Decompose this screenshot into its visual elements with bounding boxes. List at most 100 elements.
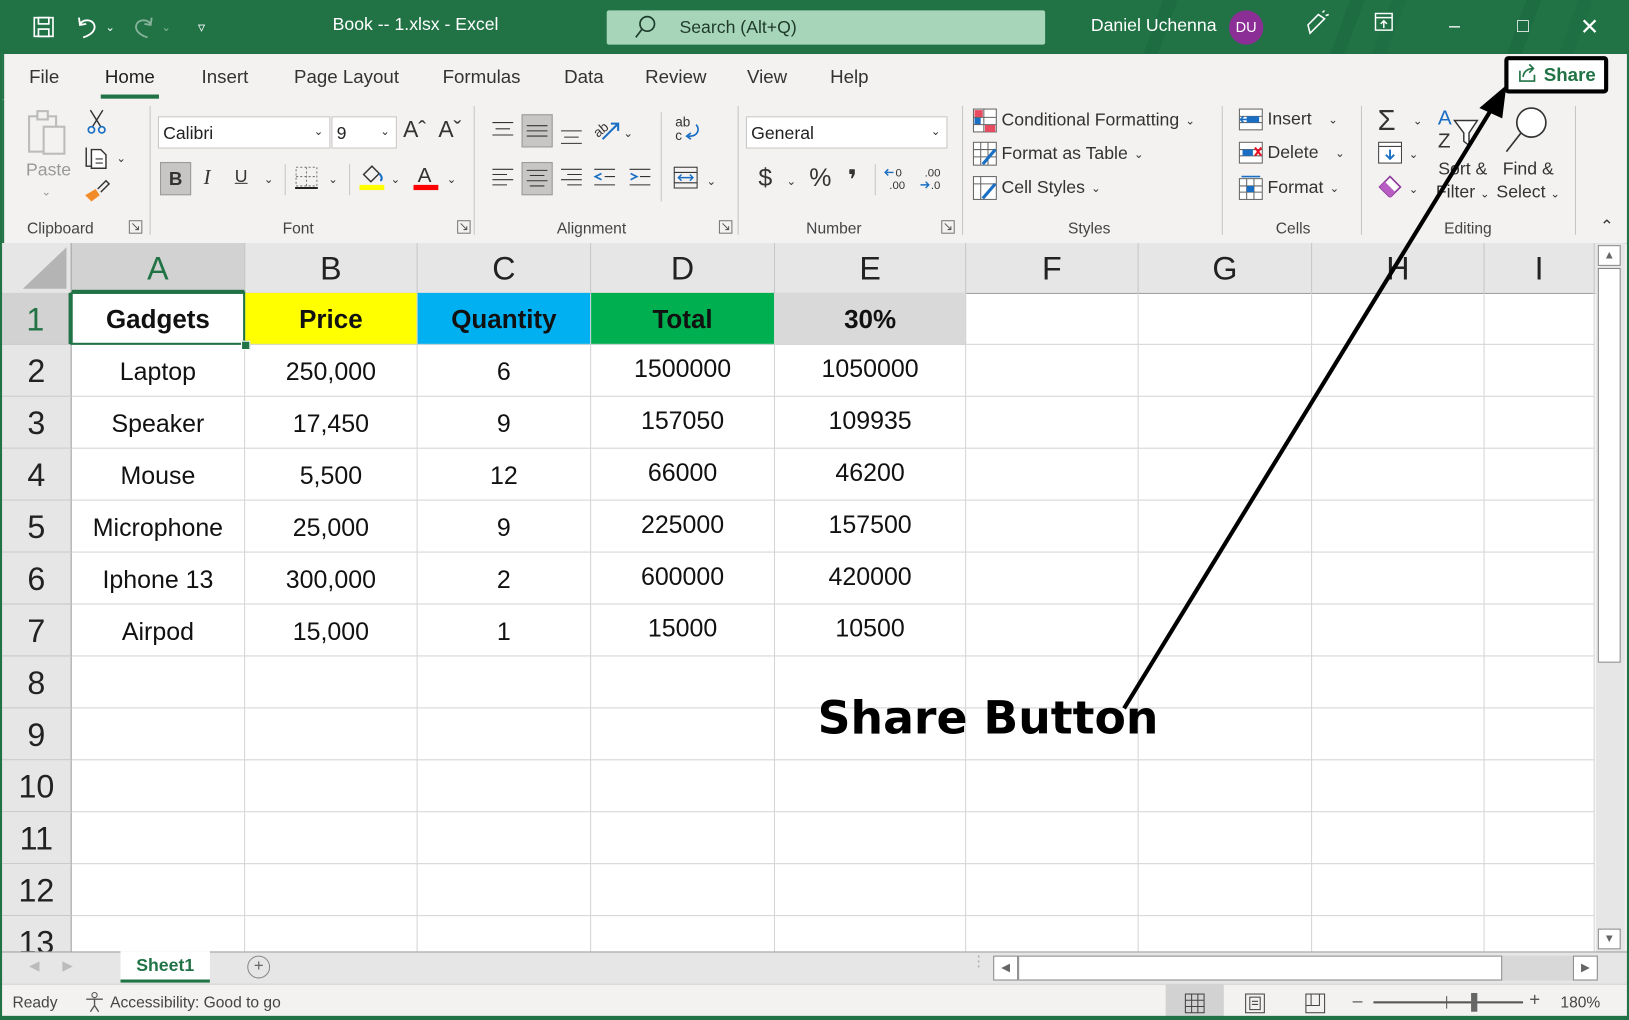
format-as-table-button[interactable]: Format as Table ⌄: [972, 141, 1144, 166]
find-select-button[interactable]: Find & Select ⌄: [1496, 158, 1560, 206]
scroll-up-button[interactable]: ▲: [1597, 245, 1621, 266]
cell-f4[interactable]: [966, 448, 1139, 501]
cell-d12[interactable]: [591, 864, 776, 917]
table-cell[interactable]: Microphone: [71, 500, 246, 553]
clipboard-launcher-icon[interactable]: ↘: [128, 220, 143, 234]
cell-a12[interactable]: [71, 864, 246, 917]
cell-g6[interactable]: [1138, 552, 1313, 605]
cell-h10[interactable]: [1312, 760, 1485, 813]
row-header-12[interactable]: 12: [2, 864, 72, 917]
new-sheet-button[interactable]: +: [247, 955, 271, 979]
font-launcher-icon[interactable]: ↘: [457, 220, 471, 234]
cell-h7[interactable]: [1312, 604, 1485, 657]
zoom-slider-thumb[interactable]: [1471, 992, 1478, 1012]
cell-g5[interactable]: [1138, 500, 1313, 553]
table-cell[interactable]: 1500000: [591, 344, 776, 397]
row-header-11[interactable]: 11: [2, 812, 72, 865]
merge-dropdown-icon[interactable]: ⌄: [706, 175, 716, 188]
cell-g3[interactable]: [1138, 396, 1313, 449]
cell-b13[interactable]: [245, 916, 418, 952]
copy-dropdown-icon[interactable]: ⌄: [116, 152, 126, 165]
row-header-3[interactable]: 3: [2, 396, 72, 449]
search-box[interactable]: Search (Alt+Q): [606, 10, 1046, 45]
table-cell[interactable]: 15,000: [245, 604, 418, 657]
accessibility-status[interactable]: Accessibility: Good to go: [110, 994, 281, 1012]
row-header-2[interactable]: 2: [2, 344, 72, 397]
sort-filter-icon[interactable]: AZ: [1436, 106, 1488, 152]
table-cell[interactable]: 157050: [591, 396, 776, 449]
cell-b11[interactable]: [245, 812, 418, 865]
cell-c11[interactable]: [417, 812, 592, 865]
accessibility-icon[interactable]: [83, 991, 106, 1018]
tab-insert[interactable]: Insert: [202, 66, 249, 88]
column-header-g[interactable]: G: [1139, 243, 1313, 293]
increase-decimal-icon[interactable]: 0.00: [883, 166, 912, 191]
spreadsheet-grid[interactable]: ABCDEFGHI 1 Gadgets Price Quantity Total 30% 2…: [2, 243, 1596, 952]
cell-i4[interactable]: [1484, 448, 1595, 501]
cell-g12[interactable]: [1138, 864, 1313, 917]
avatar[interactable]: DU: [1229, 10, 1264, 45]
cell-e11[interactable]: [775, 812, 967, 865]
table-cell[interactable]: 1050000: [775, 344, 967, 397]
table-cell[interactable]: Speaker: [71, 396, 246, 449]
header-cell[interactable]: Price: [245, 292, 418, 345]
cell-g7[interactable]: [1138, 604, 1313, 657]
cell-h5[interactable]: [1312, 500, 1485, 553]
cell-h1[interactable]: [1312, 292, 1485, 345]
cell-f6[interactable]: [966, 552, 1139, 605]
cell-b10[interactable]: [245, 760, 418, 813]
cell-a8[interactable]: [71, 656, 246, 709]
middle-align-icon[interactable]: [521, 114, 553, 148]
save-icon[interactable]: [29, 10, 58, 43]
cell-g9[interactable]: [1138, 708, 1313, 761]
maximize-button[interactable]: □: [1502, 10, 1544, 43]
table-cell[interactable]: 2: [417, 552, 592, 605]
coauthor-pen-icon[interactable]: [1297, 9, 1339, 43]
share-button[interactable]: Share: [1504, 56, 1609, 94]
orientation-dropdown-icon[interactable]: ⌄: [623, 127, 633, 140]
cell-f7[interactable]: [966, 604, 1139, 657]
cell-f12[interactable]: [966, 864, 1139, 917]
cell-h11[interactable]: [1312, 812, 1485, 865]
paste-icon[interactable]: [25, 108, 71, 158]
fill-icon[interactable]: [1378, 141, 1403, 164]
table-cell[interactable]: 9: [417, 396, 592, 449]
cell-h3[interactable]: [1312, 396, 1485, 449]
currency-dropdown-icon[interactable]: ⌄: [786, 175, 796, 188]
font-color-icon[interactable]: A: [413, 162, 439, 191]
table-cell[interactable]: Airpod: [71, 604, 246, 657]
cell-c8[interactable]: [417, 656, 592, 709]
cell-i6[interactable]: [1484, 552, 1595, 605]
insert-cells-button[interactable]: Insert ⌄: [1238, 108, 1338, 131]
cell-a9[interactable]: [71, 708, 246, 761]
table-cell[interactable]: Mouse: [71, 448, 246, 501]
percent-button[interactable]: %: [809, 164, 831, 193]
cell-g1[interactable]: [1138, 292, 1313, 345]
table-cell[interactable]: 157500: [775, 500, 967, 553]
table-cell[interactable]: 6: [417, 344, 592, 397]
clear-icon[interactable]: [1378, 175, 1405, 198]
top-align-icon[interactable]: [490, 118, 515, 141]
table-cell[interactable]: 9: [417, 500, 592, 553]
header-cell[interactable]: Gadgets: [71, 292, 246, 345]
cell-f3[interactable]: [966, 396, 1139, 449]
table-cell[interactable]: 12: [417, 448, 592, 501]
sort-filter-button[interactable]: Sort & Filter ⌄: [1436, 158, 1490, 206]
cell-b12[interactable]: [245, 864, 418, 917]
sheet-tab-sheet1[interactable]: Sheet1: [120, 951, 210, 983]
conditional-formatting-button[interactable]: Conditional Formatting ⌄: [972, 108, 1195, 133]
tab-home[interactable]: Home: [105, 66, 155, 88]
autosum-icon[interactable]: Σ: [1378, 104, 1396, 137]
header-cell[interactable]: Total: [591, 292, 776, 345]
cell-i7[interactable]: [1484, 604, 1595, 657]
cell-i5[interactable]: [1484, 500, 1595, 553]
table-cell[interactable]: 225000: [591, 500, 776, 553]
page-layout-view-icon[interactable]: [1245, 993, 1266, 1018]
cell-f2[interactable]: [966, 344, 1139, 397]
tab-page-layout[interactable]: Page Layout: [294, 66, 399, 88]
fill-dropdown-icon[interactable]: ⌄: [1409, 147, 1419, 161]
find-select-icon[interactable]: [1500, 106, 1552, 154]
clear-dropdown-icon[interactable]: ⌄: [1409, 183, 1419, 196]
cell-e12[interactable]: [775, 864, 967, 917]
cell-f1[interactable]: [966, 292, 1139, 345]
